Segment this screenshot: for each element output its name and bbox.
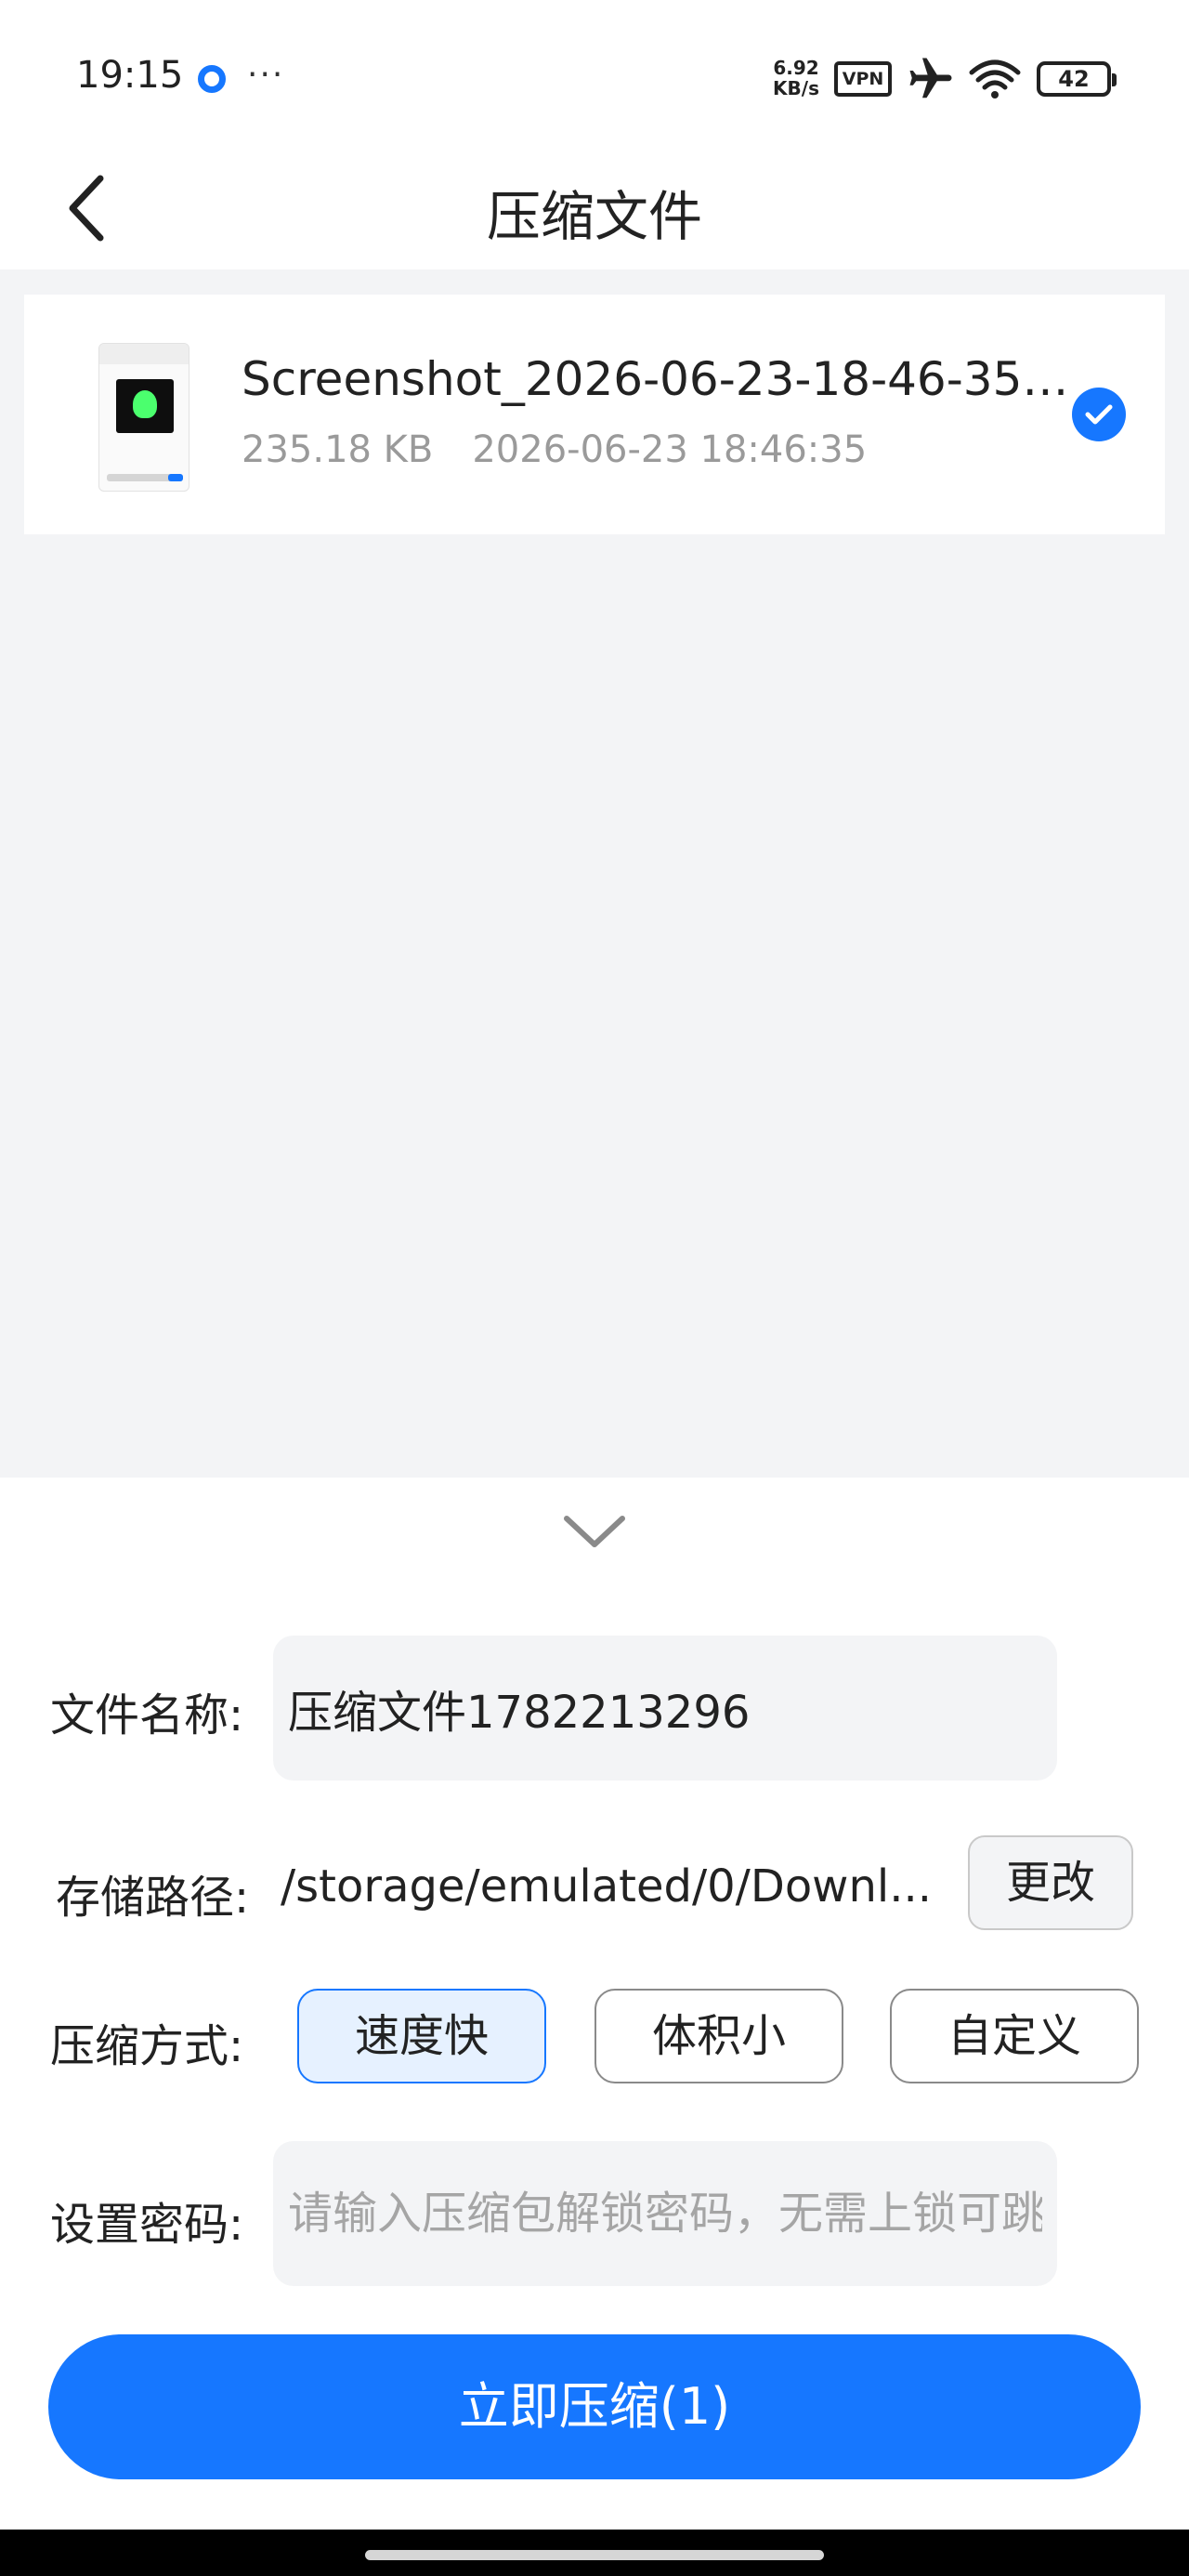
system-nav-bar	[0, 2530, 1189, 2576]
network-speed-value: 6.92	[773, 57, 819, 79]
filename-input[interactable]	[273, 1636, 1057, 1781]
app-header: 压缩文件	[0, 139, 1189, 269]
thumbnail-toolbar	[99, 344, 189, 364]
wifi-icon	[969, 59, 1021, 99]
compress-options-sheet: 文件名称: 存储路径: /storage/emulated/0/Downl...…	[0, 1478, 1189, 2530]
collapse-button[interactable]	[548, 1496, 641, 1561]
file-thumbnail	[98, 343, 189, 492]
change-path-button[interactable]: 更改	[968, 1835, 1133, 1930]
file-name: Screenshot_2026-06-23-18-46-35-...	[242, 352, 1082, 406]
password-label: 设置密码:	[50, 2199, 244, 2251]
status-bar: 19:15 ··· 6.92 KB/s VPN 42	[0, 0, 1189, 139]
compress-file-screen: 19:15 ··· 6.92 KB/s VPN 42 压缩文件 Screensh…	[0, 0, 1189, 2576]
thumbnail-footer	[107, 474, 183, 481]
mode-custom-button[interactable]: 自定义	[890, 1989, 1139, 2083]
compress-now-button[interactable]: 立即压缩(1)	[48, 2334, 1141, 2479]
page-title: 压缩文件	[486, 185, 702, 248]
more-dots-icon: ···	[247, 56, 285, 94]
battery-icon: 42	[1037, 61, 1117, 97]
file-meta: 235.18 KB 2026-06-23 18:46:35	[242, 428, 867, 471]
filename-label: 文件名称:	[50, 1689, 244, 1741]
path-label: 存储路径:	[56, 1872, 250, 1924]
mode-fast-button[interactable]: 速度快	[297, 1989, 546, 2083]
vpn-icon: VPN	[834, 61, 892, 97]
checkmark-icon[interactable]	[1072, 388, 1126, 441]
file-size: 235.18 KB	[242, 428, 434, 471]
path-value: /storage/emulated/0/Downl...	[281, 1860, 932, 1912]
network-speed-unit: KB/s	[773, 77, 819, 99]
mode-small-button[interactable]: 体积小	[594, 1989, 843, 2083]
record-dot-icon	[198, 65, 226, 93]
file-list-item[interactable]: Screenshot_2026-06-23-18-46-35-... 235.1…	[24, 295, 1165, 534]
chevron-down-icon	[564, 1516, 625, 1547]
mode-label: 压缩方式:	[50, 2020, 244, 2072]
network-speed: 6.92 KB/s	[767, 58, 825, 99]
airplane-icon	[909, 58, 952, 99]
thumbnail-image	[116, 379, 174, 433]
password-input[interactable]	[273, 2141, 1057, 2286]
home-indicator[interactable]	[365, 2550, 824, 2560]
file-datetime: 2026-06-23 18:46:35	[472, 428, 868, 471]
status-time: 19:15	[76, 54, 184, 97]
